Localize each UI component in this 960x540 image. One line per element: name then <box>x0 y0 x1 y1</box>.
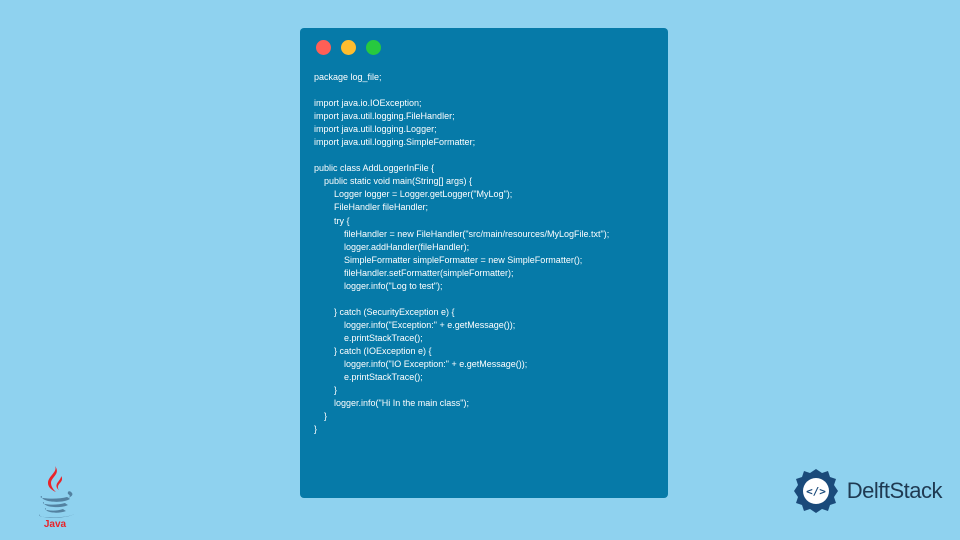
svg-text:Java: Java <box>44 519 67 528</box>
delftstack-badge-icon: </> <box>791 466 841 516</box>
maximize-icon[interactable] <box>366 40 381 55</box>
delftstack-logo: </> DelftStack <box>791 466 942 516</box>
minimize-icon[interactable] <box>341 40 356 55</box>
code-block: package log_file; import java.io.IOExcep… <box>314 71 654 436</box>
delftstack-text: DelftStack <box>847 478 942 504</box>
java-logo: Java <box>32 464 78 528</box>
close-icon[interactable] <box>316 40 331 55</box>
svg-text:</>: </> <box>806 485 826 498</box>
code-window: package log_file; import java.io.IOExcep… <box>300 28 668 498</box>
window-controls <box>314 40 654 55</box>
